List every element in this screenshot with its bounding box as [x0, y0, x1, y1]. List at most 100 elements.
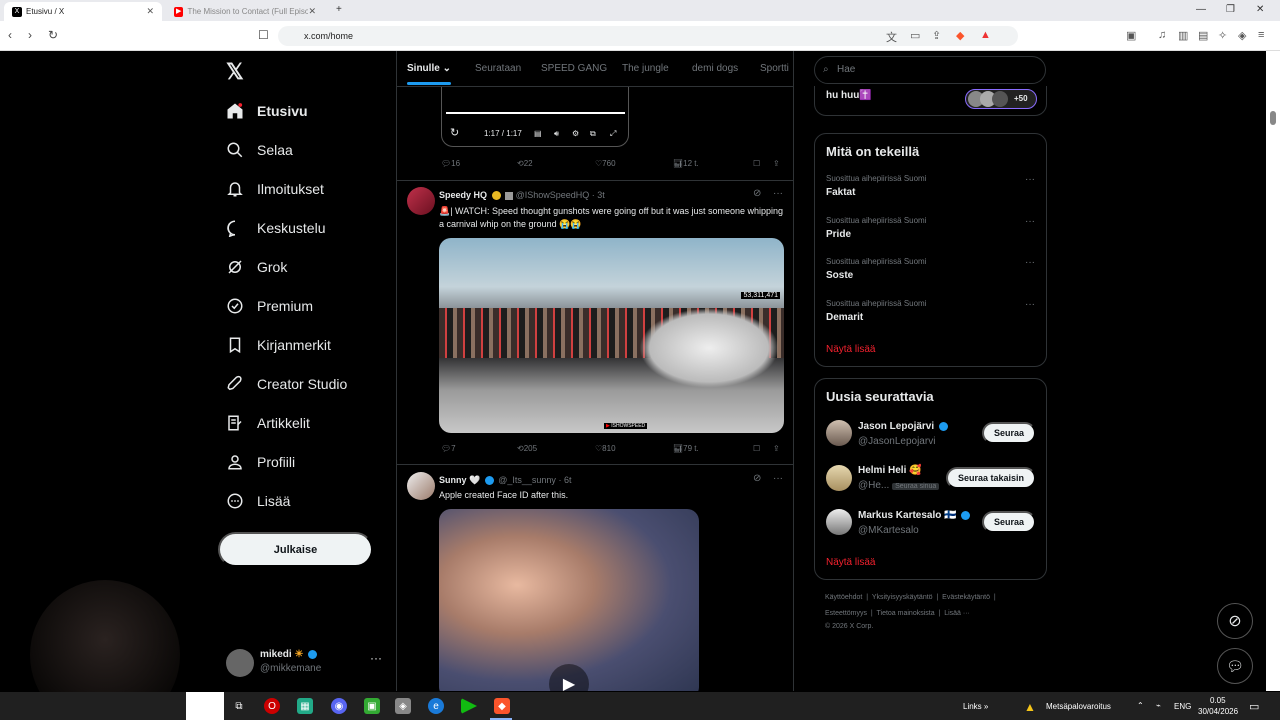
clock-date[interactable]: 30/04/2026 [1198, 707, 1238, 716]
grok-icon[interactable]: ⊘ [753, 188, 761, 199]
x-logo-icon[interactable]: 𝕏 [226, 59, 244, 85]
play-icon[interactable]: ▶ [549, 664, 589, 691]
close-tab-icon[interactable]: ✕ [146, 6, 154, 17]
follow-button[interactable]: Seuraa [982, 422, 1036, 444]
page-scrollbar[interactable] [1266, 51, 1280, 691]
footer-link[interactable]: Yksityisyyskäytäntö [872, 594, 933, 601]
follow-button[interactable]: Seuraa [982, 511, 1036, 533]
translate-icon[interactable]: 文 [886, 29, 897, 45]
new-tab-icon[interactable]: + [336, 4, 342, 15]
chevron-up-icon[interactable]: ⌃ [1137, 701, 1144, 710]
task-view-icon[interactable]: ⧉ [231, 698, 247, 714]
back-icon[interactable]: ‹ [8, 28, 12, 42]
minimize-icon[interactable]: — [1196, 4, 1206, 15]
like-button[interactable]: ♡ 810 [595, 444, 616, 453]
notification-icon[interactable]: ▭ [1249, 700, 1259, 713]
extension-icon[interactable]: ▣ [1126, 29, 1136, 42]
play-app-icon[interactable] [461, 698, 477, 714]
tweet-video[interactable]: ▶ [439, 509, 699, 691]
tab-youtube[interactable]: ▶ The Mission to Contact (Full Episode..… [166, 2, 324, 21]
leo-icon[interactable]: ✧ [1218, 29, 1227, 42]
close-tab-icon[interactable]: ✕ [308, 6, 316, 17]
wallet-icon[interactable]: ▤ [1198, 29, 1208, 42]
video-progress-bar[interactable] [446, 112, 625, 114]
clock-time[interactable]: 0.05 [1210, 696, 1226, 705]
footer-link[interactable]: Käyttöehdot [825, 594, 862, 601]
more-icon[interactable]: ··· [1025, 299, 1035, 310]
taskbar-search-box[interactable] [186, 692, 224, 720]
nav-bookmarks[interactable]: Kirjanmerkit [226, 334, 331, 356]
settings-icon[interactable]: ⚙ [572, 129, 579, 138]
scrollbar-thumb[interactable] [1270, 111, 1276, 125]
avatar[interactable] [407, 187, 435, 215]
search-input[interactable]: ⌕ Hae [814, 56, 1046, 84]
show-more-link[interactable]: Näytä lisää [826, 557, 875, 568]
post-button[interactable]: Julkaise [218, 532, 373, 567]
share-icon[interactable]: ⇪ [932, 29, 941, 42]
more-icon[interactable]: ··· [773, 188, 783, 199]
nav-notifications[interactable]: Ilmoitukset [226, 178, 324, 200]
views-button[interactable]: 📊︎ 12 t. [673, 159, 699, 168]
footer-link[interactable]: Esteettömyys [825, 610, 867, 617]
tab-sportti[interactable]: Sportti [760, 63, 789, 74]
media-icon[interactable]: ♫ [1158, 29, 1166, 41]
address-bar[interactable]: x.com/home [278, 26, 1018, 46]
grok-icon[interactable]: ⊘ [753, 473, 761, 484]
like-button[interactable]: ♡ 760 [595, 159, 616, 168]
bookmark-page-icon[interactable]: ☐ [258, 28, 269, 42]
edge-icon[interactable]: e [428, 698, 444, 714]
more-icon[interactable]: ··· [773, 473, 783, 484]
author-name[interactable]: Speedy HQ [439, 190, 487, 200]
links-toolbar[interactable]: Links » [963, 702, 988, 711]
footer-link[interactable]: Tietoa mainoksista [877, 610, 935, 617]
tab-speed-gang[interactable]: SPEED GANG [541, 63, 607, 74]
footer-link[interactable]: Evästekäytäntö [942, 594, 990, 601]
forward-icon[interactable]: › [28, 28, 32, 42]
weather-alert[interactable]: Metsäpalovaroitus [1046, 702, 1111, 711]
volume-icon[interactable]: 🔊︎ [554, 129, 559, 139]
author-handle[interactable]: @_Its__sunny [498, 475, 556, 485]
follow-back-button[interactable]: Seuraa takaisin [946, 467, 1036, 489]
tab-following[interactable]: Seurataan [475, 63, 521, 74]
captions-icon[interactable]: ▤ [534, 129, 542, 138]
sidebar-icon[interactable]: ▥ [1178, 29, 1188, 42]
nav-home[interactable]: Etusivu [226, 100, 308, 122]
footer-link[interactable]: Lisää ··· [944, 610, 970, 617]
show-more-link[interactable]: Näytä lisää [826, 344, 875, 355]
nav-profile[interactable]: Profiili [226, 451, 295, 473]
brave-shield-icon[interactable]: ◆ [956, 29, 964, 42]
views-button[interactable]: 📊︎ 79 t. [673, 444, 699, 453]
more-icon[interactable]: ··· [1025, 174, 1035, 185]
discord-icon[interactable]: ◉ [331, 698, 347, 714]
nav-more[interactable]: Lisää [226, 490, 290, 512]
maximize-icon[interactable]: ❐ [1226, 4, 1235, 15]
nav-premium[interactable]: Premium [226, 295, 313, 317]
bookmark-button[interactable]: ☐ [753, 444, 760, 453]
nav-creator-studio[interactable]: Creator Studio [226, 373, 347, 395]
language-indicator[interactable]: ENG [1174, 702, 1191, 711]
app-icon[interactable]: ▣ [364, 698, 380, 714]
repost-button[interactable]: ⟲ 22 [517, 159, 533, 168]
vpn-icon[interactable]: ◈ [1238, 29, 1246, 42]
replay-icon[interactable]: ↻ [450, 126, 459, 139]
brave-rewards-icon[interactable]: ▲ [980, 29, 991, 41]
author-name[interactable]: Sunny 🤍 [439, 475, 480, 485]
fullscreen-icon[interactable]: ⤢ [610, 129, 616, 139]
tweet-video[interactable]: 53,311,471 ▶ ISHOWSPEED [439, 238, 784, 433]
pip-icon[interactable]: ⧉ [590, 129, 596, 139]
nav-articles[interactable]: Artikkelit [226, 412, 310, 434]
more-icon[interactable]: ··· [370, 651, 382, 665]
bookmark-button[interactable]: ☐ [753, 159, 760, 168]
avatar[interactable] [407, 472, 435, 500]
more-icon[interactable]: ··· [1025, 216, 1035, 227]
brave-icon[interactable]: ◆ [494, 698, 510, 714]
promo-snippet[interactable]: hu huu✝️ +50 [814, 86, 1047, 116]
reply-button[interactable]: 💬︎ 7 [441, 444, 456, 453]
nav-messages[interactable]: Keskustelu [226, 217, 325, 239]
close-window-icon[interactable]: ✕ [1256, 4, 1264, 15]
more-icon[interactable]: ··· [1025, 257, 1035, 268]
author-handle[interactable]: @IShowSpeedHQ [516, 190, 590, 200]
tab-the-jungle[interactable]: The jungle [622, 63, 669, 74]
tweet-time[interactable]: 6t [564, 475, 572, 485]
share-button[interactable]: ⇪ [773, 444, 780, 453]
